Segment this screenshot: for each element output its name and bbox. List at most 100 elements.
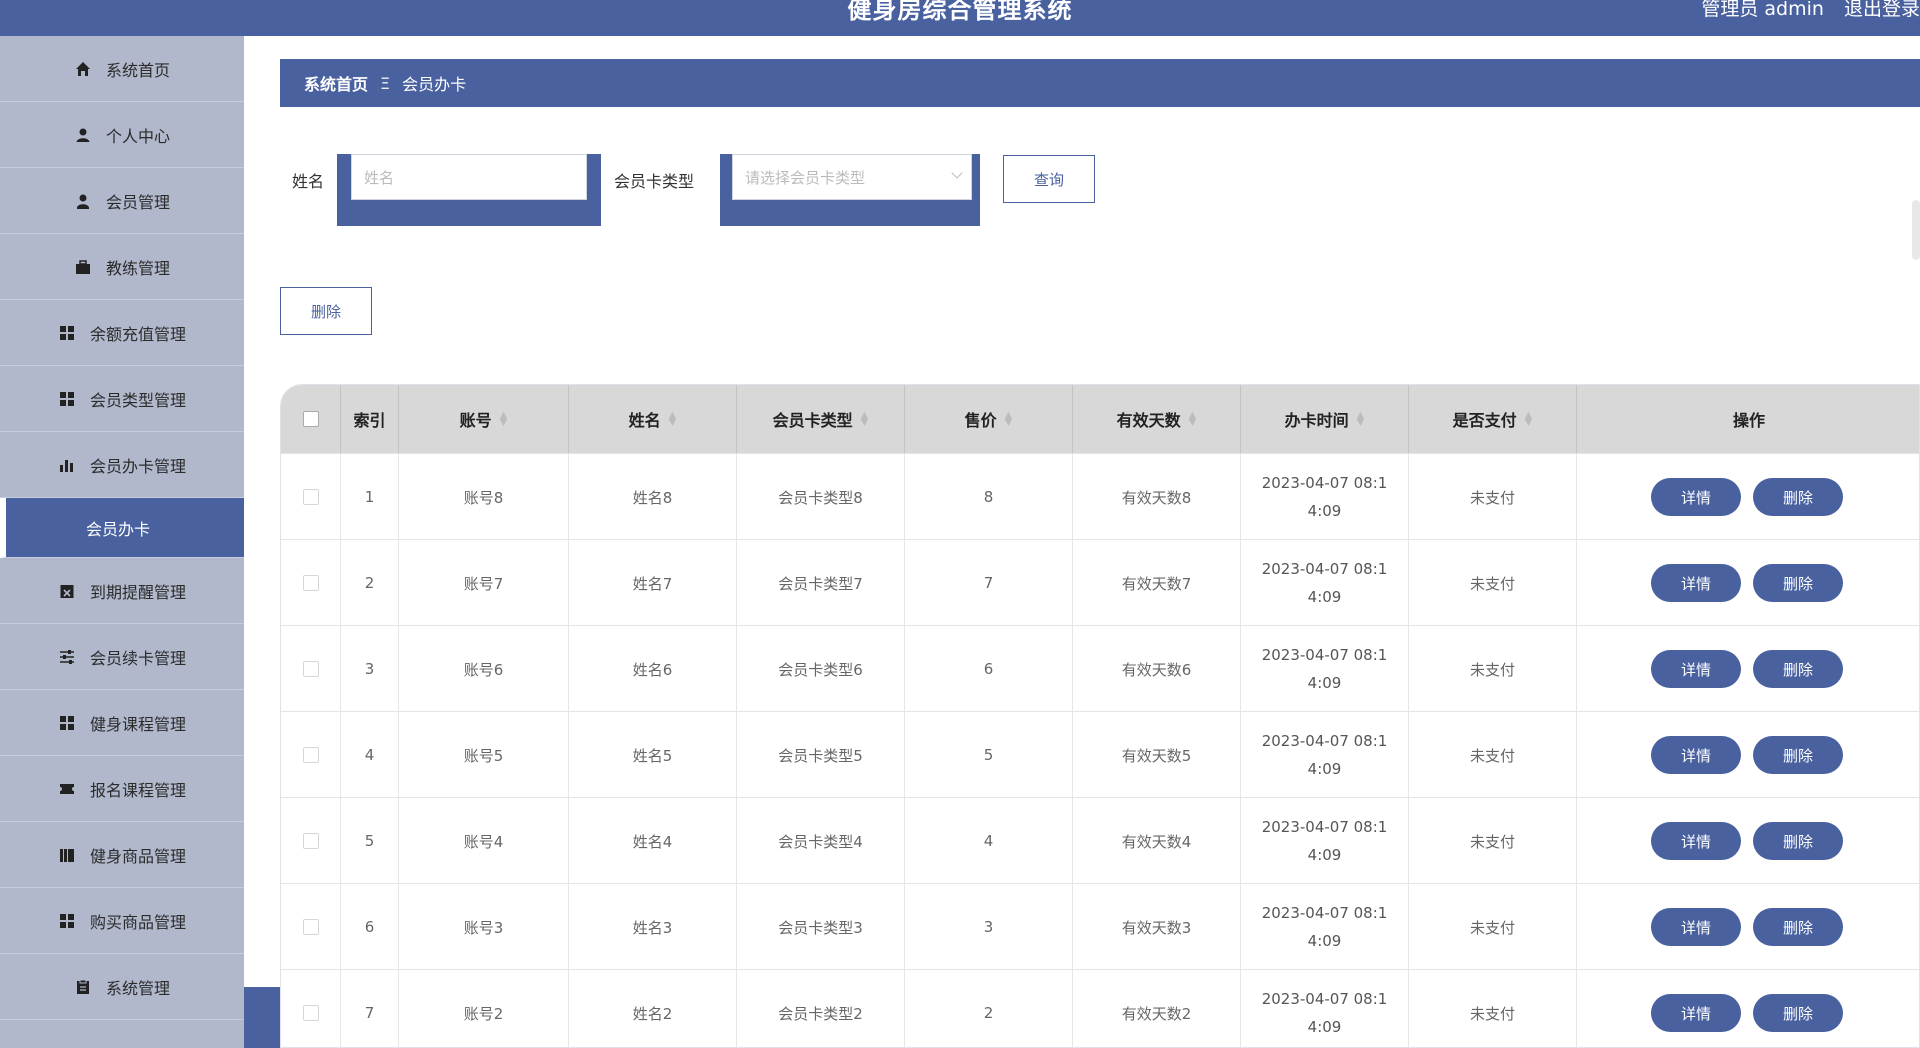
detail-button[interactable]: 详情 (1651, 822, 1741, 860)
table-row: 6 账号3 姓名3 会员卡类型3 3 有效天数3 2023-04-07 08:14:09 未支… (281, 883, 1919, 970)
col-paid[interactable]: 是否支付 ▲ ▼ (1409, 385, 1577, 453)
sidebar-item-profile[interactable]: 个人中心 (0, 102, 244, 168)
cell-account: 账号5 (399, 712, 569, 798)
sort-icon[interactable]: ▲ ▼ (1357, 411, 1365, 428)
select-all-checkbox[interactable] (302, 411, 319, 427)
table-header: 索引 账号 ▲ ▼ 姓名 ▲ ▼ 会员卡类型 ▲ ▼ 售价 ▲ ▼ 有效天数 ▲ ▼ 办卡时间 ▲ ▼ … (281, 385, 1919, 453)
batch-delete-button[interactable]: 删除 (280, 287, 372, 335)
query-button[interactable]: 查询 (1003, 155, 1095, 203)
row-checkbox[interactable] (302, 747, 319, 763)
col-account[interactable]: 账号 ▲ ▼ (399, 385, 569, 453)
sidebar-item-home[interactable]: 系统首页 (0, 36, 244, 102)
delete-button[interactable]: 删除 (1753, 822, 1843, 860)
cell-name: 姓名5 (569, 712, 737, 798)
sidebar-item-renewal[interactable]: 会员续卡管理 (0, 624, 244, 690)
row-select-cell (281, 884, 341, 970)
table-row: 5 账号4 姓名4 会员卡类型4 4 有效天数4 2023-04-07 08:14:09 未支… (281, 797, 1919, 884)
col-valid-days[interactable]: 有效天数 ▲ ▼ (1073, 385, 1241, 453)
cell-account: 账号4 (399, 798, 569, 884)
cell-price: 2 (905, 970, 1073, 1047)
sidebar-item-label: 余额充值管理 (89, 324, 186, 344)
cell-paid: 未支付 (1409, 540, 1577, 626)
scrollbar[interactable] (1912, 200, 1920, 260)
bar-chart-icon (58, 456, 76, 474)
sidebar-item-member-types[interactable]: 会员类型管理 (0, 366, 244, 432)
cell-days: 有效天数3 (1073, 884, 1241, 970)
delete-button[interactable]: 删除 (1753, 736, 1843, 774)
sort-icon[interactable]: ▲ ▼ (500, 411, 508, 428)
name-input[interactable]: 姓名 (351, 154, 587, 200)
row-checkbox[interactable] (302, 1005, 319, 1021)
breadcrumb-home[interactable]: 系统首页 (304, 71, 368, 95)
col-name[interactable]: 姓名 ▲ ▼ (569, 385, 737, 453)
cell-price: 8 (905, 454, 1073, 540)
delete-button[interactable]: 删除 (1753, 650, 1843, 688)
sidebar-item-card-apply[interactable]: 会员办卡 (0, 498, 244, 558)
sidebar-item-products[interactable]: 健身商品管理 (0, 822, 244, 888)
detail-button[interactable]: 详情 (1651, 478, 1741, 516)
cell-paid: 未支付 (1409, 798, 1577, 884)
cell-paid: 未支付 (1409, 454, 1577, 540)
sort-icon[interactable]: ▲ ▼ (1005, 411, 1013, 428)
cell-index: 7 (341, 970, 399, 1047)
user-icon (74, 126, 92, 144)
cell-actions: 详情 删除 (1577, 712, 1919, 798)
table-row: 3 账号6 姓名6 会员卡类型6 6 有效天数6 2023-04-07 08:14:09 未支… (281, 625, 1919, 712)
sidebar-item-purchases[interactable]: 购买商品管理 (0, 888, 244, 954)
delete-button[interactable]: 删除 (1753, 564, 1843, 602)
row-checkbox[interactable] (302, 661, 319, 677)
sort-icon[interactable]: ▲ ▼ (861, 411, 869, 428)
cell-time: 2023-04-07 08:14:09 (1241, 626, 1409, 712)
cell-account: 账号6 (399, 626, 569, 712)
top-bar: 健身房综合管理系统 管理员 admin 退出登录 (0, 0, 1920, 36)
col-price[interactable]: 售价 ▲ ▼ (905, 385, 1073, 453)
detail-button[interactable]: 详情 (1651, 736, 1741, 774)
cell-name: 姓名2 (569, 970, 737, 1047)
cell-price: 5 (905, 712, 1073, 798)
grid-icon (58, 714, 76, 732)
sidebar-item-label: 教练管理 (105, 258, 170, 278)
sidebar: 系统首页 个人中心 会员管理 教练管理 余额充值管理 会员类型管理 会员办卡管理… (0, 36, 244, 1048)
detail-button[interactable]: 详情 (1651, 650, 1741, 688)
sidebar-item-members[interactable]: 会员管理 (0, 168, 244, 234)
detail-button[interactable]: 详情 (1651, 564, 1741, 602)
sidebar-item-course-signup[interactable]: 报名课程管理 (0, 756, 244, 822)
detail-button[interactable]: 详情 (1651, 994, 1741, 1032)
card-type-select[interactable]: 请选择会员卡类型 (732, 154, 972, 200)
detail-button[interactable]: 详情 (1651, 908, 1741, 946)
row-checkbox[interactable] (302, 575, 319, 591)
grid-icon (58, 390, 76, 408)
delete-button[interactable]: 删除 (1753, 908, 1843, 946)
row-checkbox[interactable] (302, 489, 319, 505)
cell-card-type: 会员卡类型5 (737, 712, 905, 798)
cell-price: 3 (905, 884, 1073, 970)
sidebar-item-system[interactable]: 系统管理 (0, 954, 244, 1020)
row-select-cell (281, 798, 341, 884)
sort-icon[interactable]: ▲ ▼ (1525, 411, 1533, 428)
sort-icon[interactable]: ▲ ▼ (1189, 411, 1197, 428)
row-checkbox[interactable] (302, 919, 319, 935)
sidebar-item-label: 购买商品管理 (89, 912, 186, 932)
delete-button[interactable]: 删除 (1753, 994, 1843, 1032)
logout-link[interactable]: 退出登录 (1844, 0, 1920, 20)
chevron-down-icon (951, 167, 963, 179)
sidebar-item-card-management[interactable]: 会员办卡管理 (0, 432, 244, 498)
row-checkbox[interactable] (302, 833, 319, 849)
cell-card-type: 会员卡类型7 (737, 540, 905, 626)
col-actions: 操作 (1732, 411, 1765, 430)
sidebar-item-expiry-reminder[interactable]: 到期提醒管理 (0, 558, 244, 624)
col-card-type[interactable]: 会员卡类型 ▲ ▼ (737, 385, 905, 453)
cell-name: 姓名7 (569, 540, 737, 626)
table-row: 2 账号7 姓名7 会员卡类型7 7 有效天数7 2023-04-07 08:14:09 未支… (281, 539, 1919, 626)
cell-card-type: 会员卡类型2 (737, 970, 905, 1047)
sidebar-item-coaches[interactable]: 教练管理 (0, 234, 244, 300)
sidebar-item-label: 个人中心 (105, 126, 170, 146)
ticket-icon (58, 780, 76, 798)
briefcase-icon (74, 258, 92, 276)
sort-icon[interactable]: ▲ ▼ (669, 411, 677, 428)
col-card-time[interactable]: 办卡时间 ▲ ▼ (1241, 385, 1409, 453)
delete-button[interactable]: 删除 (1753, 478, 1843, 516)
sidebar-item-recharge[interactable]: 余额充值管理 (0, 300, 244, 366)
sidebar-item-courses[interactable]: 健身课程管理 (0, 690, 244, 756)
user-tie-icon (74, 192, 92, 210)
